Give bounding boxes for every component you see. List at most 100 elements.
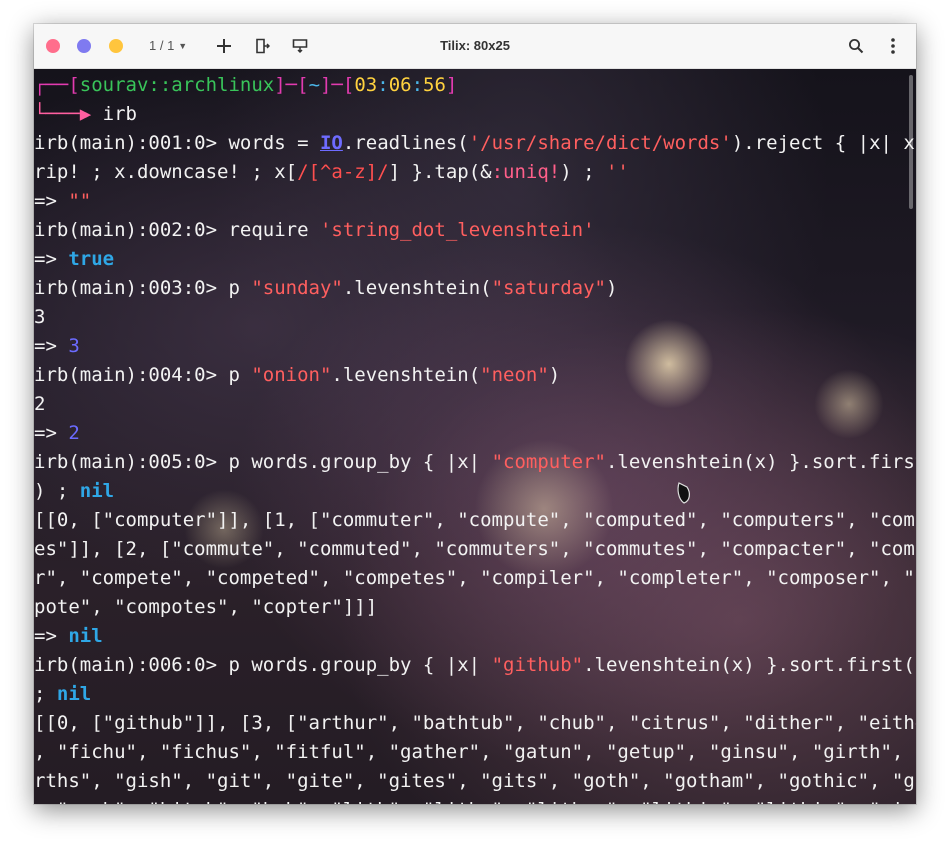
terminal-text-segment: ) (605, 277, 618, 299)
terminal-text-segment: .readlines( (342, 132, 469, 154)
terminal-text-segment: irb(main):006:0> p words.group_by { |x| (34, 654, 492, 676)
split-horizontal-button[interactable] (251, 35, 273, 57)
terminal-text-segment: es"]], [2, ["commute", "commuted", "comm… (34, 538, 916, 560)
terminal-line: rip! ; x.downcase! ; x[/[^a-z]/] }.tap(&… (34, 158, 916, 187)
terminal-text-segment: ).reject { |x| x.st (731, 132, 916, 154)
prompt-line: ┌──[sourav::archlinux]─[~]─[03:06:56] (34, 71, 916, 100)
terminal-text-segment: nil (79, 480, 115, 502)
terminal-text-segment: irb(main):003:0> p (34, 277, 252, 299)
terminal-text-segment: "saturday" (491, 277, 606, 299)
terminal-text-segment: rths", "gish", "git", "gite", "gites", "… (34, 770, 916, 792)
minimize-window-button[interactable] (77, 39, 91, 53)
terminal-text-segment: 'string_dot_levenshtein' (319, 219, 595, 241)
add-terminal-button[interactable] (213, 35, 235, 57)
terminal-text-segment: .levenshtein(x) }.sort.first( (605, 451, 916, 473)
terminal-text-segment: ) ; (560, 161, 606, 183)
terminal-text-segment: "onion" (251, 364, 332, 386)
terminal-line: => nil (34, 622, 916, 651)
terminal-text-segment: irb(main):005:0> p words.group_by { |x| (34, 451, 492, 473)
terminal-text-segment: ) ; (34, 480, 80, 502)
terminal-line: rths", "gish", "git", "gite", "gites", "… (34, 767, 916, 796)
prompt-separator: ]─[ (274, 74, 309, 96)
terminal-line: irb(main):001:0> words = IO.readlines('/… (34, 129, 916, 158)
terminal-line: => 3 (34, 332, 916, 361)
terminal-text-segment: .levenshtein( (342, 277, 492, 299)
terminal-text-segment: "neon" (480, 364, 549, 386)
terminal-text-segment: '' (605, 161, 629, 183)
prompt-command-line: └───▶ irb (34, 100, 916, 129)
terminal-line: [[0, ["computer"]], [1, ["commuter", "co… (34, 506, 916, 535)
terminal-text-segment: nil (68, 625, 103, 647)
terminal-text-segment: /[^a-z]/ (297, 161, 389, 183)
prompt-second: 56 (423, 74, 446, 96)
close-window-button[interactable] (46, 39, 60, 53)
terminal-text-segment: => (34, 625, 69, 647)
terminal-line: irb(main):002:0> require 'string_dot_lev… (34, 216, 916, 245)
terminal-text-segment: rip! ; x.downcase! ; x[ (34, 161, 298, 183)
terminal-text-segment: irb(main):002:0> require (34, 219, 320, 241)
terminal-text-segment: "" (68, 190, 92, 212)
plus-icon (217, 39, 231, 53)
terminal-text-segment: '/usr/share/dict/words' (468, 132, 732, 154)
terminal-line: irb(main):005:0> p words.group_by { |x| … (34, 448, 916, 477)
chevron-down-icon: ▼ (178, 41, 188, 51)
terminal-line: r", "compete", "competed", "competes", "… (34, 564, 916, 593)
terminal-text-segment: :uniq! (491, 161, 561, 183)
terminal-area[interactable]: ┌──[sourav::archlinux]─[~]─[03:06:56] └─… (34, 69, 916, 804)
prompt-user-host: sourav::archlinux (79, 74, 275, 96)
session-label: 1 / 1 (149, 38, 175, 53)
prompt-command: irb (91, 103, 137, 125)
prompt-directory: ~ (308, 74, 321, 96)
search-button[interactable] (845, 35, 867, 57)
terminal-text-segment: => (34, 248, 69, 270)
split-vertical-button[interactable] (289, 35, 311, 57)
terminal-text-segment: .levenshtein(x) }.sort.first( (583, 654, 915, 676)
terminal-text-segment: [[0, ["github"]], [3, ["arthur", "bathtu… (34, 712, 916, 734)
terminal-line: [[0, ["github"]], [3, ["arthur", "bathtu… (34, 709, 916, 738)
prompt-colon: : (411, 74, 424, 96)
terminal-line: irb(main):003:0> p "sunday".levenshtein(… (34, 274, 916, 303)
terminal-text-segment: 2 (68, 422, 80, 444)
terminal-line: ; nil (34, 680, 916, 709)
terminal-line: 2 (34, 390, 916, 419)
terminal-text-segment: true (68, 248, 115, 270)
terminal-line: irb(main):004:0> p "onion".levenshtein("… (34, 361, 916, 390)
terminal-text-segment: , "gush", "hitch", "hub", "lith", "lithe… (34, 799, 903, 804)
terminal-line: , "fichu", "fichus", "fitful", "gather",… (34, 738, 916, 767)
terminal-text-segment: , "fichu", "fichus", "fitful", "gather",… (34, 741, 916, 763)
terminal-text-segment: r", "compete", "competed", "competes", "… (34, 567, 916, 589)
prompt-minute: 06 (388, 74, 412, 96)
search-icon (849, 39, 864, 54)
terminal-output: ┌──[sourav::archlinux]─[~]─[03:06:56] └─… (34, 71, 916, 804)
terminal-text-segment: ) (548, 364, 561, 386)
terminal-text-segment: ; (34, 683, 57, 705)
terminal-line: => 2 (34, 419, 916, 448)
terminal-line: irb(main):006:0> p words.group_by { |x| … (34, 651, 916, 680)
terminal-text-segment: irb(main):001:0> words = (34, 132, 320, 154)
maximize-window-button[interactable] (109, 39, 123, 53)
terminal-line: , "gush", "hitch", "hub", "lith", "lithe… (34, 796, 916, 804)
kebab-menu-icon (891, 38, 895, 54)
terminal-text-segment: 3 (915, 654, 916, 676)
terminal-text-segment: "sunday" (251, 277, 343, 299)
terminal-text-segment: pote", "compotes", "copter"]]] (34, 596, 378, 618)
terminal-text-segment: 2 (34, 393, 46, 415)
mouse-cursor-icon (677, 482, 690, 504)
terminal-text-segment: IO (319, 132, 343, 154)
terminal-text-segment: 3 (68, 335, 80, 357)
menu-button[interactable] (882, 35, 904, 57)
split-right-icon (256, 38, 270, 54)
terminal-line: ) ; nil (34, 477, 916, 506)
terminal-text-segment: 3 (34, 306, 46, 328)
title-bar: 1 / 1 ▼ Tilix: 80x25 (34, 24, 916, 69)
terminal-text-segment: => (34, 422, 69, 444)
terminal-text-segment: ] }.tap(& (388, 161, 492, 183)
split-down-icon (292, 39, 308, 54)
terminal-text-segment: "computer" (491, 451, 606, 473)
prompt-bracket: ] (445, 74, 458, 96)
session-switcher[interactable]: 1 / 1 ▼ (149, 38, 187, 53)
prompt-bracket: ┌──[ (34, 74, 80, 96)
terminal-text-segment: => (34, 335, 69, 357)
prompt-separator: ]─[ (320, 74, 355, 96)
terminal-text-segment: irb(main):004:0> p (34, 364, 252, 386)
